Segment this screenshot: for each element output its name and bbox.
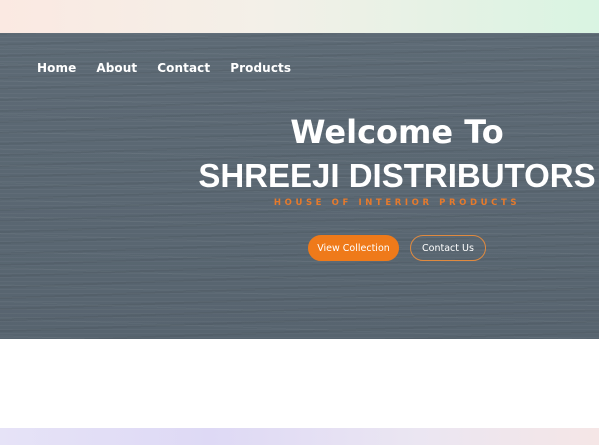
contact-us-button[interactable]: Contact Us	[410, 235, 486, 261]
top-gradient-bar	[0, 0, 599, 33]
nav-item-home[interactable]: Home	[37, 61, 76, 75]
bottom-gradient-bar	[0, 428, 599, 445]
main-nav: Home About Contact Products	[37, 61, 311, 75]
view-collection-button[interactable]: View Collection	[308, 235, 399, 261]
hero-company-name: SHREEJI DISTRIBUTORS	[198, 157, 596, 194]
hero-tagline: HOUSE OF INTERIOR PRODUCTS	[273, 198, 521, 208]
hero-welcome-heading: Welcome To	[290, 113, 504, 151]
nav-item-about[interactable]: About	[96, 61, 137, 75]
nav-item-products[interactable]: Products	[230, 61, 291, 75]
hero-section: Home About Contact Products Welcome To S…	[0, 33, 599, 339]
nav-item-contact[interactable]: Contact	[157, 61, 210, 75]
